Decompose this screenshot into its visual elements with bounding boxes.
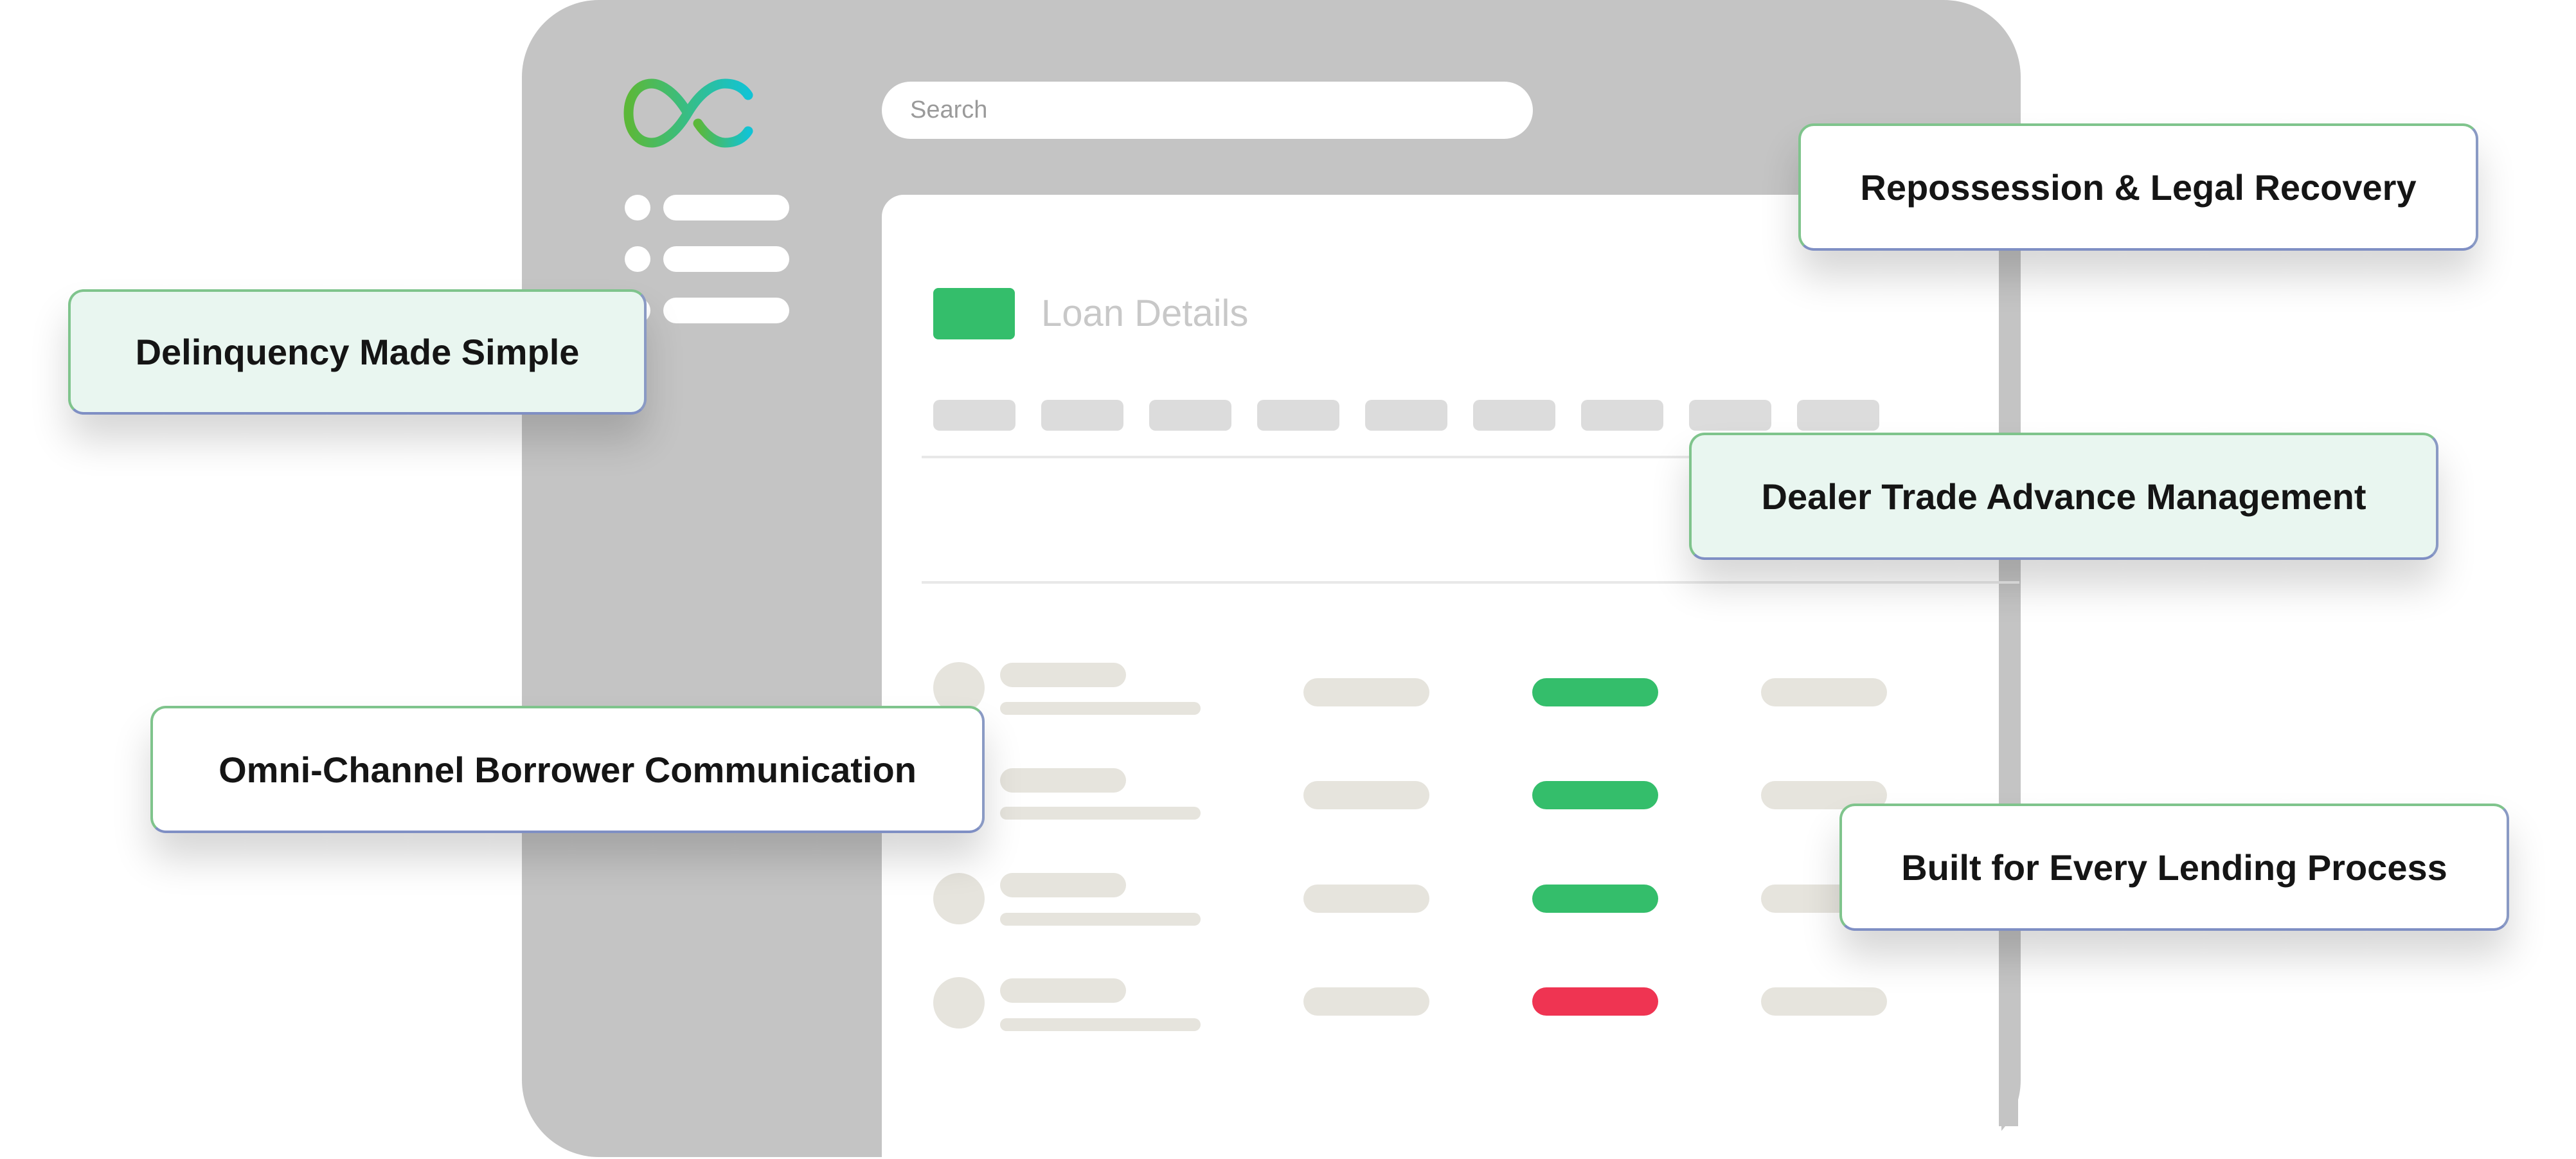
tab-placeholder[interactable] (1473, 400, 1555, 431)
tab-placeholder[interactable] (1257, 400, 1339, 431)
sidebar-nav-dot[interactable] (625, 246, 650, 272)
infinity-oc-logo-icon[interactable] (623, 77, 753, 149)
avatar (933, 977, 985, 1029)
callout-label: Built for Every Lending Process (1901, 847, 2447, 888)
row-subtitle-placeholder (1000, 807, 1201, 820)
scrollbar[interactable] (1999, 244, 2018, 1126)
page-title: Loan Details (1041, 292, 1249, 334)
tab-placeholder[interactable] (933, 400, 1015, 431)
callout-label: Delinquency Made Simple (135, 332, 580, 372)
status-badge (1532, 987, 1658, 1016)
tab-placeholder[interactable] (1689, 400, 1771, 431)
cell-placeholder (1761, 678, 1887, 706)
sidebar-nav-item[interactable] (663, 298, 789, 323)
row-name-placeholder (1000, 768, 1126, 793)
callout-repossession: Repossession & Legal Recovery (1798, 123, 2478, 251)
callout-dealer-trade: Dealer Trade Advance Management (1689, 433, 2438, 560)
row-name-placeholder (1000, 873, 1126, 897)
tab-placeholder[interactable] (1149, 400, 1231, 431)
cell-placeholder (1303, 885, 1429, 913)
row-subtitle-placeholder (1000, 913, 1201, 926)
search-bar[interactable] (882, 82, 1533, 139)
sidebar-nav-dot[interactable] (625, 195, 650, 220)
status-badge (1532, 885, 1658, 913)
tab-placeholder[interactable] (1041, 400, 1123, 431)
callout-delinquency: Delinquency Made Simple (68, 289, 647, 415)
search-input[interactable] (909, 96, 1533, 125)
sidebar-nav-item[interactable] (663, 246, 789, 272)
callout-label: Dealer Trade Advance Management (1761, 476, 2366, 517)
callout-label: Repossession & Legal Recovery (1860, 166, 2417, 208)
avatar (933, 873, 985, 924)
green-square-icon (933, 288, 1015, 339)
tab-placeholder[interactable] (1581, 400, 1663, 431)
status-badge (1532, 678, 1658, 706)
sidebar-nav-item[interactable] (663, 195, 789, 220)
tab-placeholder[interactable] (1365, 400, 1447, 431)
divider (922, 581, 2019, 584)
status-badge (1532, 781, 1658, 809)
callout-lending: Built for Every Lending Process (1839, 804, 2509, 931)
row-name-placeholder (1000, 663, 1126, 687)
cell-placeholder (1303, 781, 1429, 809)
tab-placeholder[interactable] (1797, 400, 1879, 431)
cell-placeholder (1303, 987, 1429, 1016)
callout-label: Omni-Channel Borrower Communication (219, 749, 917, 790)
row-subtitle-placeholder (1000, 1018, 1201, 1031)
callout-omni-channel: Omni-Channel Borrower Communication (150, 706, 985, 833)
row-name-placeholder (1000, 978, 1126, 1003)
cell-placeholder (1761, 987, 1887, 1016)
row-subtitle-placeholder (1000, 702, 1201, 715)
cell-placeholder (1303, 678, 1429, 706)
